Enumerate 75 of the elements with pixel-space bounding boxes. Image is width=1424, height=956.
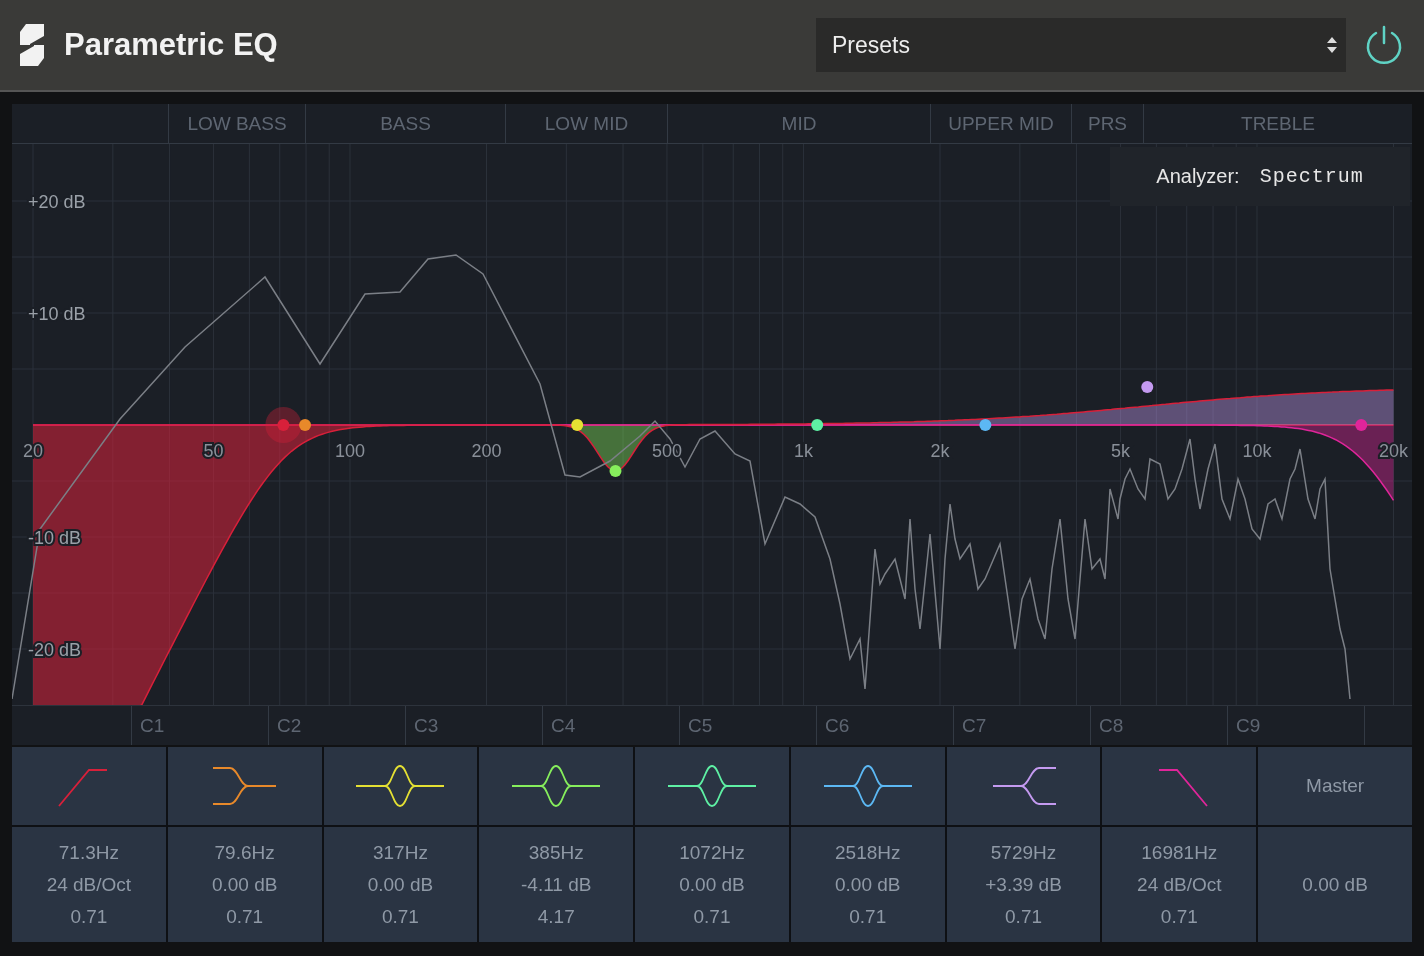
gain-value[interactable]: 0.00 dB: [367, 873, 434, 896]
app-title: Parametric EQ: [64, 27, 279, 63]
band-handle[interactable]: [1141, 381, 1154, 394]
frequency-value[interactable]: 2518Hz: [835, 841, 901, 864]
band-handle[interactable]: [979, 419, 992, 431]
master-gain-value[interactable]: 0.00 dB: [1302, 873, 1368, 896]
frequency-axis-label: 5k: [1110, 441, 1130, 461]
gain-value[interactable]: 0.00 dB: [835, 873, 901, 896]
band-shape-tile[interactable]: [790, 747, 945, 825]
region-label: LOW MID: [505, 104, 667, 143]
region-label: LOW BASS: [168, 104, 305, 143]
gain-value[interactable]: 24 dB/Oct: [46, 873, 132, 896]
q-value[interactable]: 0.71: [381, 905, 419, 928]
frequency-axis-label: 20k: [1379, 441, 1408, 461]
frequency-value[interactable]: 71.3Hz: [58, 841, 119, 864]
q-value[interactable]: 0.71: [849, 905, 887, 928]
band-shape-tile[interactable]: [479, 747, 634, 825]
gain-value[interactable]: +3.39 dB: [985, 873, 1062, 896]
band-shape-tile[interactable]: [12, 747, 166, 825]
gain-value[interactable]: 24 dB/Oct: [1137, 873, 1222, 896]
octave-label: C1: [131, 706, 268, 745]
octave-label: C3: [405, 706, 542, 745]
frequency-value[interactable]: 79.6Hz: [214, 841, 275, 864]
frequency-value[interactable]: 1072Hz: [679, 841, 745, 864]
octave-label: C9: [1227, 706, 1364, 745]
band-handle[interactable]: [571, 419, 584, 431]
frequency-axis-label: 100: [334, 441, 365, 461]
q-value[interactable]: 0.71: [693, 905, 731, 928]
analyzer-dropdown[interactable]: Spectrum: [1259, 165, 1364, 188]
band-handle[interactable]: [299, 419, 312, 431]
octave-label: C6: [816, 706, 953, 745]
gain-value[interactable]: -4.11 dB: [521, 873, 592, 896]
band-shape-tile[interactable]: [323, 747, 478, 825]
frequency-axis-label: 2k: [930, 441, 950, 461]
octave-label: C8: [1090, 706, 1227, 745]
q-value[interactable]: 0.71: [1005, 905, 1043, 928]
octave-label: C4: [542, 706, 679, 745]
band-handle[interactable]: [609, 465, 622, 478]
region-label: BASS: [305, 104, 505, 143]
band-shape-tile[interactable]: [635, 747, 789, 825]
band-handle[interactable]: [1355, 419, 1368, 431]
band-shape-tile[interactable]: [167, 747, 322, 825]
power-icon[interactable]: [1364, 25, 1404, 65]
frequency-axis-label: 200: [471, 441, 502, 461]
q-value[interactable]: 4.17: [537, 905, 575, 928]
frequency-value[interactable]: 317Hz: [372, 841, 428, 864]
octave-label: C5: [679, 706, 816, 745]
gain-value[interactable]: 0.00 dB: [211, 873, 278, 896]
logo-icon: [20, 24, 44, 66]
q-value[interactable]: 0.71: [226, 905, 264, 928]
region-label: MID: [667, 104, 930, 143]
master-label: Master: [1306, 775, 1365, 797]
region-label: TREBLE: [1143, 104, 1412, 143]
region-label: UPPER MID: [930, 104, 1071, 143]
updown-icon: [1326, 35, 1338, 55]
q-value[interactable]: 0.71: [1160, 905, 1198, 928]
band-shape-tile[interactable]: [1102, 747, 1257, 825]
presets-dropdown[interactable]: Presets: [816, 18, 1346, 72]
octave-label: C7: [953, 706, 1090, 745]
region-label: PRS: [1071, 104, 1143, 143]
frequency-value[interactable]: 5729Hz: [990, 841, 1057, 864]
band-handle[interactable]: [811, 419, 824, 431]
band-shape-tile[interactable]: [946, 747, 1101, 825]
db-axis-label: +10 dB: [28, 304, 86, 324]
octave-label: C2: [268, 706, 405, 745]
frequency-axis-label: 10k: [1242, 441, 1272, 461]
q-value[interactable]: 0.71: [70, 905, 108, 928]
analyzer-label: Analyzer:: [1156, 165, 1240, 188]
db-axis-label: +20 dB: [28, 192, 86, 212]
frequency-value[interactable]: 385Hz: [528, 841, 584, 864]
frequency-axis-label: 1k: [794, 441, 813, 461]
band-handle[interactable]: [265, 407, 302, 443]
gain-value[interactable]: 0.00 dB: [679, 873, 745, 896]
frequency-axis-label: 50: [203, 441, 224, 461]
frequency-value[interactable]: 16981Hz: [1141, 841, 1218, 864]
